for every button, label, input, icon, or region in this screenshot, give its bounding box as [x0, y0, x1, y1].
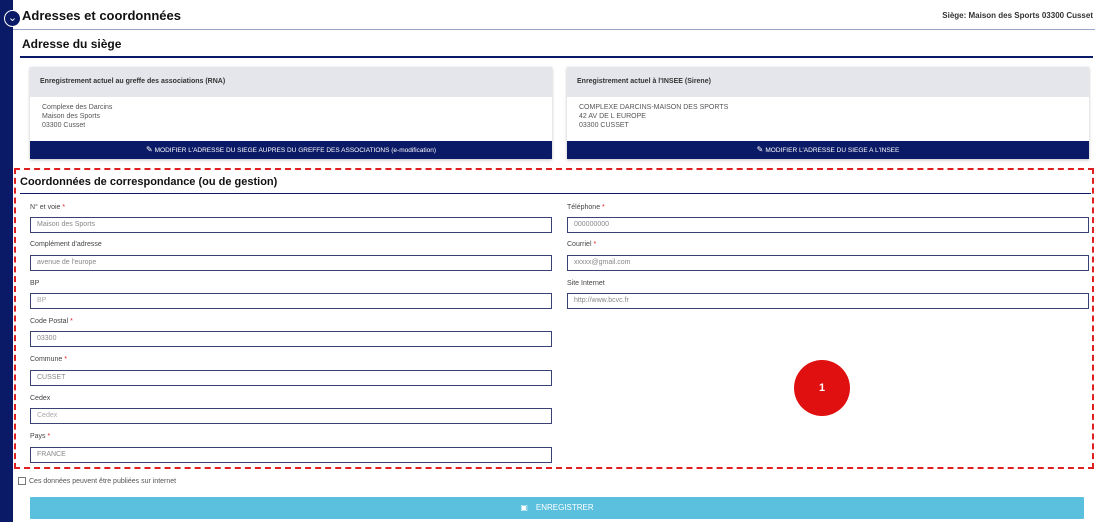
pencil-icon: ✎ — [756, 145, 764, 154]
subsection-title: Adresse du siège — [22, 37, 122, 51]
button-label: MODIFIER L'ADRESSE DU SIEGE A L'INSEE — [765, 147, 900, 154]
cedex-input[interactable]: Cedex — [30, 408, 552, 424]
section-title: Adresses et coordonnées — [22, 8, 181, 23]
floppy-disk-icon: ▣ — [520, 503, 528, 512]
insee-card-title: Enregistrement actuel à l'INSEE (Sirene) — [567, 67, 1089, 97]
publish-label: Ces données peuvent être publiées sur in… — [29, 477, 177, 485]
address-line: 03300 CUSSET — [579, 122, 629, 129]
rna-card-title: Enregistrement actuel au greffe des asso… — [30, 67, 552, 97]
save-label: ENREGISTRER — [535, 503, 594, 512]
pays-input[interactable]: FRANCE — [30, 447, 552, 463]
pencil-icon: ✎ — [145, 145, 153, 154]
courriel-input[interactable]: xxxxx@gmail.com — [567, 255, 1089, 271]
courriel-label: Courriel * — [567, 241, 597, 248]
left-nav-bar — [0, 0, 13, 522]
divider — [20, 193, 1091, 194]
telephone-input[interactable]: 000000000 — [567, 217, 1089, 233]
address-line: 42 AV DE L EUROPE — [579, 113, 646, 120]
address-line: 03300 Cusset — [42, 122, 86, 129]
correspondance-title: Coordonnées de correspondance (ou de ges… — [20, 176, 278, 188]
cp-label: Code Postal * — [30, 318, 73, 325]
site-label: Site Internet — [567, 280, 605, 287]
siege-label: Siège: Maison des Sports 03300 Cusset — [942, 11, 1093, 20]
rna-address: Complexe des Darcins Maison des Sports 0… — [30, 97, 552, 136]
complement-label: Complément d'adresse — [30, 241, 102, 248]
button-label: MODIFIER L'ADRESSE DU SIEGE AUPRES DU GR… — [154, 147, 437, 154]
site-input[interactable]: http://www.bcvc.fr — [567, 293, 1089, 309]
divider — [20, 56, 1093, 58]
rna-card: Enregistrement actuel au greffe des asso… — [30, 67, 552, 159]
complement-input[interactable]: avenue de l'europe — [30, 255, 552, 271]
insee-card: Enregistrement actuel à l'INSEE (Sirene)… — [567, 67, 1089, 159]
commune-label: Commune * — [30, 356, 67, 363]
bp-input[interactable]: BP — [30, 293, 552, 309]
publish-row[interactable]: Ces données peuvent être publiées sur in… — [18, 477, 176, 485]
cedex-label: Cedex — [30, 395, 51, 402]
chevron-down-icon[interactable]: ⌄ — [4, 10, 21, 27]
insee-address: COMPLEXE DARCINS-MAISON DES SPORTS 42 AV… — [567, 97, 1089, 136]
commune-input[interactable]: CUSSET — [30, 370, 552, 386]
save-button[interactable]: ▣ ENREGISTRER — [30, 497, 1084, 519]
telephone-label: Téléphone * — [567, 204, 605, 211]
address-line: Complexe des Darcins — [42, 104, 113, 111]
pays-label: Pays * — [30, 433, 51, 440]
bp-label: BP — [30, 280, 40, 287]
cp-input[interactable]: 03300 — [30, 331, 552, 347]
voie-label: N° et voie * — [30, 204, 66, 211]
address-line: COMPLEXE DARCINS-MAISON DES SPORTS — [579, 104, 729, 111]
divider — [13, 29, 1095, 30]
address-line: Maison des Sports — [42, 113, 100, 120]
publish-checkbox[interactable] — [18, 477, 26, 485]
modify-insee-address-button[interactable]: ✎ MODIFIER L'ADRESSE DU SIEGE A L'INSEE — [567, 141, 1089, 159]
voie-input[interactable]: Maison des Sports — [30, 217, 552, 233]
annotation-badge: 1 — [794, 360, 850, 416]
modify-rna-address-button[interactable]: ✎ MODIFIER L'ADRESSE DU SIEGE AUPRES DU G… — [30, 141, 552, 159]
